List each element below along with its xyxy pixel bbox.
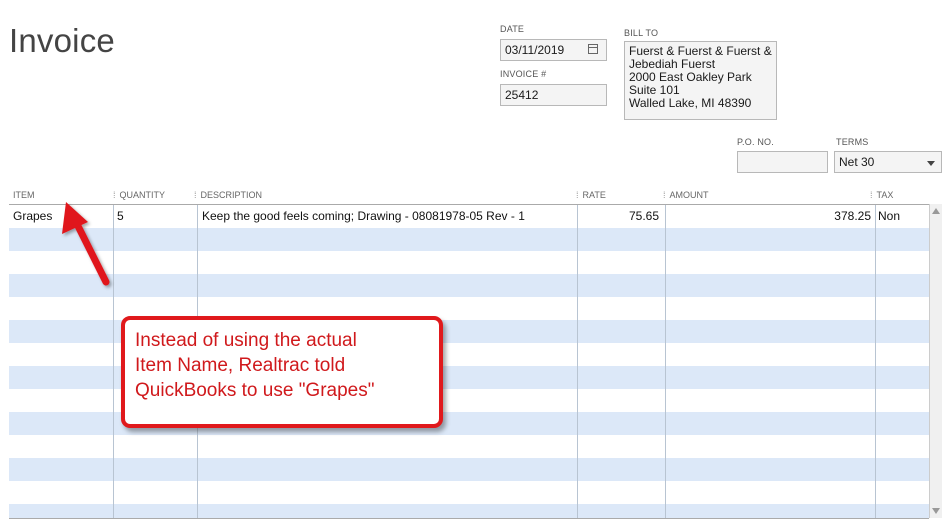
bill-to-line: Walled Lake, MI 48390 — [629, 96, 752, 110]
column-header-rate[interactable]: ⁞ RATE — [576, 186, 606, 204]
terms-dropdown[interactable]: Net 30 — [834, 151, 942, 173]
column-header-label: DESCRIPTION — [200, 190, 263, 200]
bill-to-field[interactable]: Fuerst & Fuerst & Fuerst & Jebediah Fuer… — [624, 41, 777, 120]
column-header-label: QUANTITY — [119, 190, 166, 200]
annotation-callout: Instead of using the actual Item Name, R… — [121, 316, 443, 428]
scroll-up-icon[interactable] — [932, 208, 940, 214]
red-arrow-icon — [62, 202, 110, 286]
item-cell[interactable]: Grapes — [13, 209, 52, 223]
rate-cell[interactable]: 75.65 — [581, 209, 659, 223]
column-header-tax[interactable]: ⁞ TAX — [870, 186, 893, 204]
table-row[interactable] — [9, 458, 929, 481]
annotation-line: QuickBooks to use "Grapes" — [135, 380, 375, 401]
table-row[interactable] — [9, 435, 929, 458]
column-header-description[interactable]: ⁞ DESCRIPTION — [194, 186, 262, 204]
table-bottom-border — [9, 518, 929, 519]
column-header-item[interactable]: ITEM — [13, 186, 35, 204]
chevron-down-icon[interactable] — [927, 161, 935, 166]
terms-value: Net 30 — [839, 155, 875, 169]
column-header-label: AMOUNT — [669, 190, 709, 200]
table-row[interactable]: Grapes 5 Keep the good feels coming; Dra… — [9, 205, 929, 228]
calendar-icon[interactable] — [588, 44, 598, 54]
bill-to-label: BILL TO — [624, 28, 659, 38]
invoice-number-field[interactable]: 25412 — [500, 84, 607, 106]
column-header-label: RATE — [582, 190, 606, 200]
column-divider — [577, 205, 578, 519]
column-divider — [665, 205, 666, 519]
invoice-number-value: 25412 — [505, 88, 539, 102]
table-row[interactable] — [9, 274, 929, 297]
column-header-label: ITEM — [13, 190, 35, 200]
column-header-quantity[interactable]: ⁞ QUANTITY — [113, 186, 165, 204]
date-value: 03/11/2019 — [505, 43, 565, 57]
table-row[interactable] — [9, 481, 929, 504]
po-number-field[interactable] — [737, 151, 828, 173]
scroll-down-icon[interactable] — [932, 508, 940, 514]
annotation-line: Instead of using the actual — [135, 330, 357, 351]
column-header-label: TAX — [876, 190, 894, 200]
page-title: Invoice — [9, 22, 115, 59]
table-row[interactable] — [9, 504, 929, 519]
po-number-label: P.O. NO. — [737, 137, 774, 147]
date-field[interactable]: 03/11/2019 — [500, 39, 607, 61]
annotation-line: Item Name, Realtrac told — [135, 355, 346, 376]
column-divider — [875, 205, 876, 519]
invoice-number-label: INVOICE # — [500, 69, 547, 79]
terms-label: TERMS — [836, 137, 869, 147]
table-row[interactable] — [9, 251, 929, 274]
description-cell[interactable]: Keep the good feels coming; Drawing - 08… — [202, 209, 525, 223]
amount-cell[interactable]: 378.25 — [709, 209, 871, 223]
date-label: DATE — [500, 24, 525, 34]
tax-cell[interactable]: Non — [878, 209, 900, 223]
table-row[interactable] — [9, 228, 929, 251]
quantity-cell[interactable]: 5 — [117, 209, 124, 223]
column-header-amount[interactable]: ⁞ AMOUNT — [663, 186, 709, 204]
table-scrollbar[interactable] — [929, 204, 942, 518]
